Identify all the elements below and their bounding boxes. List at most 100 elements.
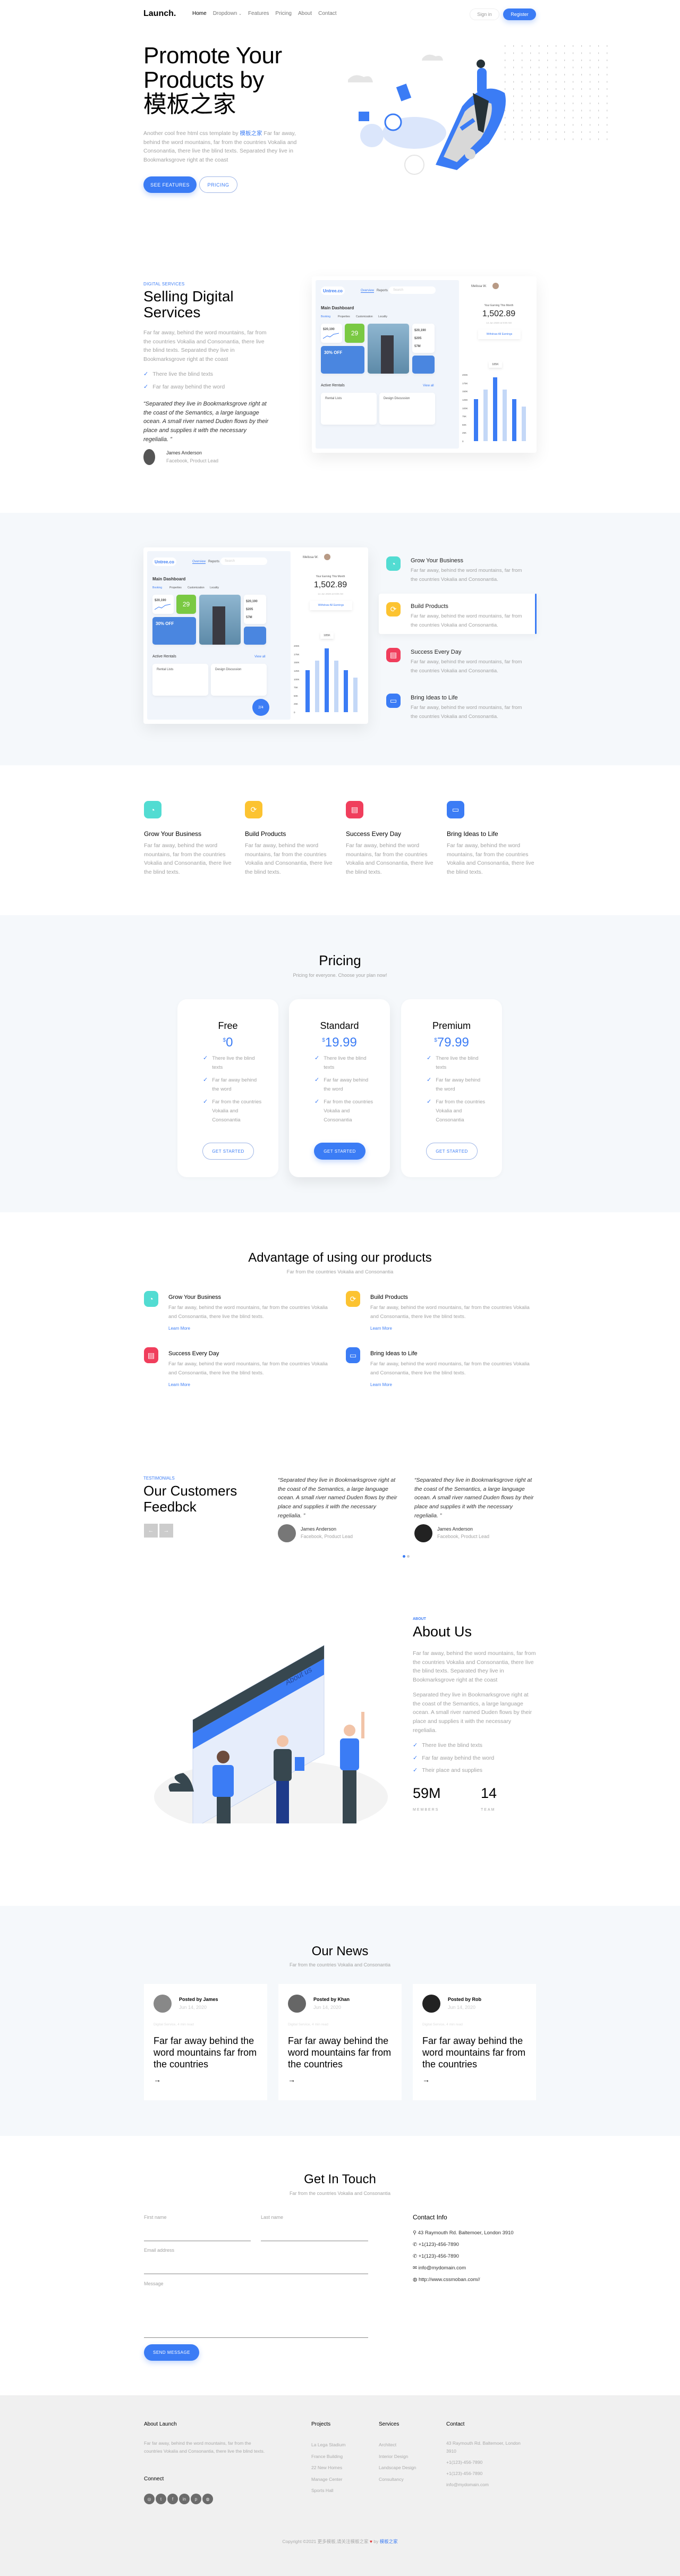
dash-search: Search <box>220 558 267 565</box>
footer-project-link[interactable]: 22 New Homes <box>311 2462 345 2474</box>
pinterest-icon[interactable]: p <box>191 2494 201 2504</box>
nav-pricing[interactable]: Pricing <box>275 11 292 16</box>
arrow-right-icon[interactable]: → <box>154 2075 161 2084</box>
dash-tab: Customization <box>356 315 373 318</box>
contact-address: 43 Raymouth Rd. Baltemoer, London 3910 <box>418 2230 514 2236</box>
instagram-icon[interactable]: ◎ <box>144 2494 155 2504</box>
dash-tab: Locality <box>210 586 219 589</box>
pricing-card-standard: Standard $19.99 ✓ There live the blind te… <box>289 999 390 1177</box>
send-message-button[interactable]: SEND MESSAGE <box>144 2344 199 2361</box>
news-meta: Digital Service, 4 min read <box>288 2023 328 2026</box>
footer-service-link[interactable]: Consultancy <box>379 2474 416 2486</box>
dash-search: Search <box>389 286 436 294</box>
feature-title: Grow Your Business <box>144 830 202 838</box>
get-started-button[interactable]: GET STARTED <box>202 1143 254 1160</box>
first-name-input[interactable]: First name <box>144 2215 251 2241</box>
arrow-right-icon[interactable]: → <box>422 2075 430 2084</box>
contact-website-link[interactable]: http://www.cssmoban.com// <box>419 2277 480 2283</box>
learn-more-link[interactable]: Learn More <box>370 1326 392 1331</box>
footer-service-link[interactable]: Interior Design <box>379 2451 416 2463</box>
dash-rental-card: Design Discussion <box>211 664 267 696</box>
check-icon: ✓ <box>203 1077 208 1083</box>
hero-template-link[interactable]: 模板之家 <box>240 130 262 137</box>
copyright-link[interactable]: 模板之家 <box>380 2539 398 2544</box>
facebook-icon[interactable]: f <box>167 2494 178 2504</box>
nav-dropdown[interactable]: Dropdown ⌄ <box>213 11 242 16</box>
dash-user-avatar <box>492 283 499 289</box>
signin-button[interactable]: Sign in <box>470 9 499 20</box>
footer-project-link[interactable]: Sports Hall <box>311 2485 345 2497</box>
dash-y-tick: 150K <box>294 661 300 664</box>
message-textarea[interactable]: Message <box>144 2281 368 2338</box>
twitter-icon[interactable]: t <box>156 2494 166 2504</box>
footer-projects-title: Projects <box>311 2421 331 2427</box>
dash-bar-chart: 185K <box>474 361 532 441</box>
linkedin-icon[interactable]: in <box>179 2494 190 2504</box>
advantage-subtitle: Far from the countries Vokalia and Conso… <box>286 1269 394 1275</box>
feature-text: Far far away, behind the word mountains,… <box>447 842 534 876</box>
footer-project-link[interactable]: France Building <box>311 2451 345 2463</box>
arrow-right-icon[interactable]: → <box>288 2075 295 2084</box>
news-card[interactable]: Posted by Khan Jun 14, 2020 Digital Serv… <box>278 1984 402 2100</box>
get-started-button[interactable]: GET STARTED <box>314 1143 366 1160</box>
dash-nav-reports: Reports <box>377 289 388 292</box>
main-nav: Home Dropdown ⌄ Features Pricing About C… <box>192 11 337 16</box>
footer-project-link[interactable]: Manage Center <box>311 2474 345 2486</box>
dash-y-tick: 50K <box>294 694 299 697</box>
next-arrow-button[interactable]: → <box>159 1524 173 1538</box>
features-row-section: ◔ Grow Your Business Far far away, behin… <box>0 765 680 915</box>
dash-tooltip: 185K <box>320 632 334 639</box>
slide-counter[interactable]: 2/4 <box>252 699 269 716</box>
stat-members-value: 59M <box>413 1785 441 1801</box>
learn-more-link[interactable]: Learn More <box>370 1382 392 1387</box>
nav-home[interactable]: Home <box>192 11 207 16</box>
feature-text: Far far away, behind the word mountains,… <box>411 613 522 628</box>
dashboard-mockup-image: Untree.co Overview Reports Search Main D… <box>312 276 537 453</box>
check-icon: ✓ <box>314 1055 320 1061</box>
email-input[interactable]: Email address <box>144 2248 368 2274</box>
learn-more-link[interactable]: Learn More <box>168 1326 190 1331</box>
feature-title: Build Products <box>245 830 286 838</box>
carousel-dot[interactable] <box>407 1555 410 1558</box>
check-icon: ✓ <box>413 1755 418 1761</box>
news-card[interactable]: Posted by Rob Jun 14, 2020 Digital Servi… <box>413 1984 536 2100</box>
nav-features[interactable]: Features <box>248 11 269 16</box>
carousel-dot-active[interactable] <box>403 1555 405 1558</box>
news-card[interactable]: Posted by James Jun 14, 2020 Digital Ser… <box>144 1984 267 2100</box>
plan-feature: ✓ There live the blind texts <box>427 1054 488 1072</box>
news-date: Jun 14, 2020 <box>313 2005 342 2010</box>
footer-service-link[interactable]: Architect <box>379 2439 416 2451</box>
news-date: Jun 14, 2020 <box>179 2005 207 2010</box>
logo[interactable]: Launch. <box>143 9 176 19</box>
advantage-title: Grow Your Business <box>168 1294 222 1300</box>
footer-project-link[interactable]: La Lega Stadium <box>311 2439 345 2451</box>
pricing-button[interactable]: PRICING <box>199 176 237 193</box>
check-icon: ✓ <box>203 1099 208 1105</box>
stat-members-label: MEMBERS <box>413 1808 439 1812</box>
nav-about[interactable]: About <box>298 11 312 16</box>
nav-contact[interactable]: Contact <box>318 11 336 16</box>
services-section: DIGITAL SERVICES Selling Digital Service… <box>0 266 680 489</box>
dash-tab: Locality <box>378 315 387 318</box>
footer-service-link[interactable]: Landscape Design <box>379 2462 416 2474</box>
testimonial-role: Facebook, Product Lead <box>301 1534 353 1539</box>
see-features-button[interactable]: SEE FEATURES <box>143 176 197 193</box>
learn-more-link[interactable]: Learn More <box>168 1382 190 1387</box>
prev-arrow-button[interactable]: ← <box>144 1524 158 1538</box>
dash-view-all: View all <box>254 655 266 658</box>
dash-promo-card: 30% OFF <box>152 617 196 645</box>
last-name-input[interactable]: Last name <box>261 2215 368 2241</box>
dash-earning-date: 14 Jun 2020 at 9:00 AM <box>486 322 512 324</box>
news-section: Our News Far from the countries Vokalia … <box>0 1906 680 2136</box>
get-started-button[interactable]: GET STARTED <box>426 1143 478 1160</box>
footer-contact-item: info@mydomain.com <box>446 2482 489 2487</box>
register-button[interactable]: Register <box>503 9 536 20</box>
pricing-section: Pricing Pricing for everyone. Choose you… <box>0 915 680 1212</box>
envelope-icon: ✉ <box>413 2265 417 2271</box>
services-check-item: ✓ There live the blind texts <box>143 371 214 377</box>
location-pin-icon: ⚲ <box>413 2230 416 2236</box>
dash-withdraw: Withdraw All Earnings <box>310 601 352 610</box>
contact-email-link[interactable]: info@mydomain.com <box>419 2265 466 2271</box>
testimonial-quote: “Separated they live in Bookmarksgrove r… <box>278 1477 397 1519</box>
dribbble-icon[interactable]: ◍ <box>202 2494 213 2504</box>
